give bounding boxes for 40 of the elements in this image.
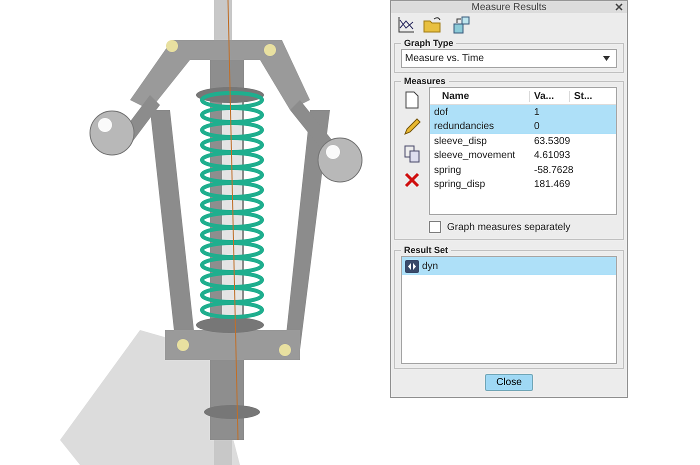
column-header[interactable]: St... bbox=[570, 90, 606, 102]
pencil-icon[interactable] bbox=[403, 118, 421, 136]
close-button[interactable]: Close bbox=[485, 374, 533, 391]
checkbox-label: Graph measures separately bbox=[447, 222, 570, 232]
table-row[interactable]: spring_disp 181.469 bbox=[430, 178, 616, 192]
table-row[interactable]: redundancies 0 bbox=[430, 120, 616, 134]
result-item[interactable]: dyn bbox=[402, 257, 616, 275]
folder-icon[interactable] bbox=[423, 16, 443, 34]
export-icon[interactable] bbox=[451, 16, 471, 34]
delete-icon[interactable] bbox=[404, 172, 420, 188]
dropdown-arrow-icon bbox=[603, 56, 610, 61]
table-row[interactable]: dof 1 bbox=[430, 105, 616, 120]
window-title: Measure Results bbox=[471, 2, 547, 12]
table-cell-text: 4.61093 bbox=[533, 150, 572, 162]
table-cell-text: 1 bbox=[533, 106, 541, 118]
result-icon bbox=[405, 260, 419, 272]
group-label: Graph Type bbox=[403, 38, 454, 48]
table-cell-text: 0 bbox=[533, 121, 541, 132]
table-cell-text: spring_disp bbox=[433, 179, 486, 190]
table-cell-text: -58.7628 bbox=[533, 164, 574, 176]
table-row[interactable]: sleeve_disp 63.5309 bbox=[430, 134, 616, 148]
table-cell-text: spring bbox=[433, 164, 462, 176]
table-cell-text: sleeve_disp bbox=[433, 136, 488, 147]
table-row[interactable]: sleeve_movement 4.61093 bbox=[430, 148, 616, 163]
new-document-icon[interactable] bbox=[405, 91, 419, 109]
group-label: Result Set bbox=[403, 245, 450, 255]
column-header[interactable]: Va... bbox=[530, 90, 570, 102]
table-cell-text: dof bbox=[433, 106, 449, 118]
close-icon[interactable] bbox=[615, 3, 623, 11]
table-cell-text: 63.5309 bbox=[533, 136, 572, 147]
column-header[interactable]: Name bbox=[430, 90, 530, 102]
group-label: Measures bbox=[403, 76, 447, 86]
table-cell-text: 181.469 bbox=[533, 179, 572, 190]
table-cell-text: redundancies bbox=[433, 121, 496, 132]
graph-icon[interactable] bbox=[397, 16, 415, 34]
table-cell-text: sleeve_movement bbox=[433, 150, 516, 162]
copy-icon[interactable] bbox=[404, 145, 420, 163]
graph-type-dropdown[interactable]: Measure vs. Time bbox=[401, 49, 617, 68]
table-row[interactable]: spring -58.7628 bbox=[430, 163, 616, 178]
checkbox[interactable] bbox=[429, 221, 441, 233]
